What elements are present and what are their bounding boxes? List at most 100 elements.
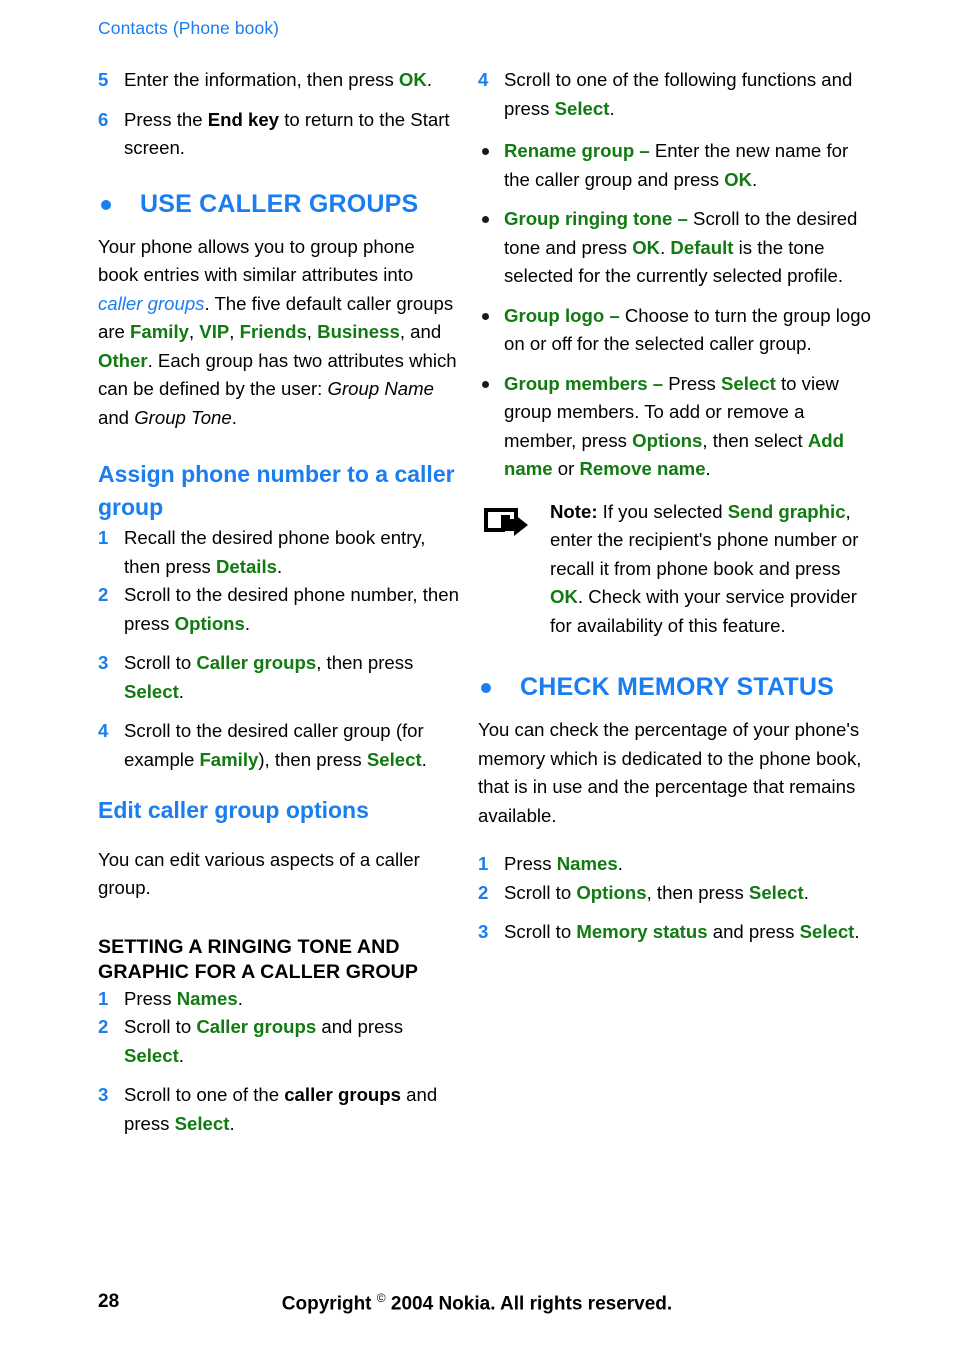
ui-term: Send graphic — [727, 500, 846, 522]
body-text: . — [660, 236, 671, 258]
body-text: Press the — [124, 108, 208, 130]
section-heading-use-caller-groups: USE CALLER GROUPS — [98, 189, 460, 219]
body-text: , then select — [702, 429, 808, 451]
step-number: 2 — [98, 584, 109, 605]
bullet-text: Group members – Press Select to view gro… — [504, 373, 844, 480]
step-number: 5 — [98, 69, 109, 90]
step-text: Scroll to one of the following functions… — [504, 69, 852, 119]
ui-term: – — [639, 140, 650, 161]
step-number: 3 — [98, 652, 109, 673]
body-text: . — [421, 748, 427, 770]
note-text: Note: If you selected Send graphic, ente… — [550, 498, 874, 641]
ui-term: Select — [554, 97, 610, 119]
body-text: , then press — [646, 881, 749, 903]
numbered-step: 2 Scroll to Options, then press Select. — [478, 879, 874, 908]
ui-term: Select — [748, 881, 804, 903]
body-text: , and — [399, 321, 442, 342]
step-text: Scroll to the desired phone number, then… — [124, 584, 459, 634]
ui-term: Family — [199, 748, 259, 770]
document-page: Contacts (Phone book) 5 Enter the informa… — [0, 0, 954, 1353]
ui-term: Options — [576, 881, 647, 903]
step-number: 2 — [478, 881, 489, 903]
step-4-list: 4 Scroll to one of the following function… — [478, 66, 874, 123]
body-text: Enter the information, then press — [124, 69, 399, 90]
body-text: Scroll to one of the — [124, 1084, 285, 1106]
numbered-step: 3 Scroll to Memory status and press Selec… — [478, 918, 874, 947]
ui-term: Names — [556, 853, 618, 874]
ui-term: Memory status — [576, 921, 708, 942]
ui-term: Caller groups — [196, 1016, 317, 1038]
ui-term: – — [652, 372, 664, 394]
caller-group-function-bullets: Rename group – Enter the new name for th… — [478, 137, 874, 484]
step-text: Scroll to one of the caller groups and p… — [124, 1084, 437, 1134]
ui-term: Select — [721, 372, 776, 394]
body-text: . — [244, 612, 251, 634]
note-block: Note: If you selected Send graphic, ente… — [478, 498, 874, 641]
bullet-dot-icon — [482, 312, 489, 320]
ui-term: Business — [317, 321, 400, 342]
body-text: . — [617, 853, 623, 874]
copyright-symbol: © — [376, 1291, 386, 1305]
numbered-step: 5 Enter the information, then press OK. — [98, 66, 460, 95]
step-text: Scroll to the desired caller group (for … — [124, 720, 427, 770]
body-text: Press — [124, 987, 177, 1009]
bullet-dot-icon — [482, 148, 489, 155]
numbered-step: 3 Scroll to one of the caller groups and … — [98, 1081, 460, 1138]
numbered-step: 4 Scroll to the desired caller group (for… — [98, 717, 460, 774]
ui-term: OK — [632, 236, 661, 258]
ui-term: Options — [632, 429, 703, 451]
ui-term: Details — [216, 555, 277, 577]
copyright-pre: Copyright — [281, 1293, 377, 1315]
body-text: Press — [504, 853, 557, 874]
body-text: . — [229, 1112, 235, 1134]
numbered-step: 3 Scroll to Caller groups, then press Sel… — [98, 649, 460, 706]
section-heading-check-memory-status: CHECK MEMORY STATUS — [478, 672, 874, 702]
subheading-edit-caller-group-options: Edit caller group options — [98, 797, 369, 823]
section-bullet-icon — [101, 199, 111, 210]
step-text: Recall the desired phone book entry, the… — [124, 527, 425, 577]
body-text: . — [426, 69, 432, 90]
body-text: . — [609, 97, 615, 119]
body-text: ), then press — [258, 748, 367, 770]
step-number: 4 — [478, 69, 489, 90]
step-number: 6 — [98, 108, 109, 130]
function-bullet-item: Group members – Press Select to view gro… — [478, 370, 874, 484]
body-text: . — [276, 555, 283, 577]
numbered-step: 1 Recall the desired phone book entry, th… — [98, 524, 460, 581]
body-text: . — [705, 458, 711, 479]
function-bullet-item: Group ringing tone – Scroll to the desir… — [478, 205, 874, 291]
body-text: Scroll to — [124, 652, 197, 673]
ui-term: Friends — [239, 321, 307, 342]
two-column-body: 5 Enter the information, then press OK. 6 P… — [0, 66, 954, 1138]
bullet-dot-icon — [482, 216, 489, 223]
glossary-term: caller groups — [98, 292, 205, 314]
bullet-text: Group logo – Choose to turn the group lo… — [504, 305, 871, 355]
emphasis-text: caller groups — [284, 1084, 401, 1106]
numbered-step: 1 Press Names. — [478, 850, 874, 879]
step-number: 1 — [98, 987, 109, 1009]
body-text: or — [552, 458, 580, 479]
step-text: Scroll to Memory status and press Select… — [504, 921, 860, 942]
section-heading-label: CHECK MEMORY STATUS — [520, 673, 834, 701]
section-bullet-icon — [481, 683, 491, 693]
function-bullet-item: Rename group – Enter the new name for th… — [478, 137, 874, 194]
body-text: . — [854, 921, 860, 942]
ui-term: Remove name — [579, 458, 706, 479]
body-text: Press — [663, 372, 722, 394]
assign-step-list: 1 Recall the desired phone book entry, th… — [98, 524, 460, 774]
ui-term: Group ringing tone — [504, 208, 673, 229]
body-text: , — [306, 321, 318, 342]
step-number: 4 — [98, 720, 109, 741]
step-text: Scroll to Caller groups and press Select… — [124, 1016, 403, 1066]
ui-term: Caller groups — [196, 652, 317, 673]
ui-term: – — [677, 208, 688, 229]
ui-term: Other — [98, 349, 148, 371]
ui-term: Group logo — [504, 304, 605, 326]
bullet-text: Rename group – Enter the new name for th… — [504, 140, 848, 190]
ui-term: Select — [124, 680, 179, 702]
ui-term: Rename group — [504, 140, 635, 161]
ui-term: Default — [670, 236, 734, 258]
memory-step-list: 1 Press Names. 2 Scroll to Options, then pr… — [478, 850, 874, 947]
ui-term: OK — [550, 586, 578, 607]
function-bullet-item: Group logo – Choose to turn the group lo… — [478, 302, 874, 359]
